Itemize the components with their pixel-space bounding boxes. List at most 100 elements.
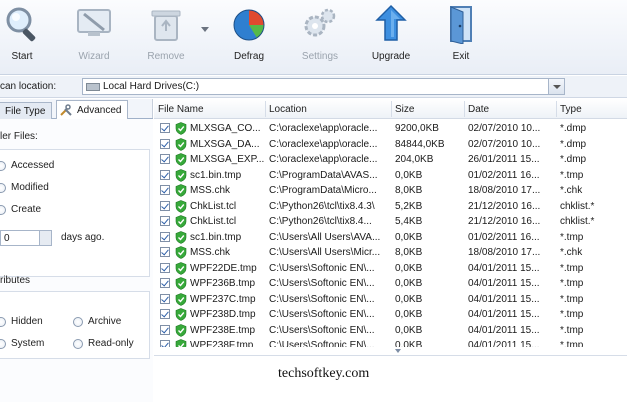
system-label: System xyxy=(11,338,45,349)
exit-button[interactable]: Exit xyxy=(440,0,482,70)
row-date: 04/01/2011 15... xyxy=(468,324,540,336)
column-file-name[interactable]: File Name xyxy=(158,104,204,115)
row-checkbox[interactable] xyxy=(160,293,170,304)
row-checkbox[interactable] xyxy=(160,247,170,257)
table-row[interactable]: sc1.bin.tmp C:\Users\All Users\AVA... 0,0K… xyxy=(154,230,627,245)
stepper-down-icon[interactable] xyxy=(39,238,51,245)
attributes-title: ributes xyxy=(0,275,31,286)
table-row[interactable]: MLXSGA_EXP... C:\oraclexe\app\oracle... 20… xyxy=(154,152,627,167)
tab-advanced-label: Advanced xyxy=(77,105,122,116)
row-size: 0,0KB xyxy=(395,324,423,336)
table-row[interactable]: WPF236B.tmp C:\Users\Softonic EN\... 0,0KB… xyxy=(154,276,627,291)
row-type: *.chk xyxy=(560,185,583,196)
row-location: C:\oraclexe\app\oracle... xyxy=(269,138,378,150)
accessed-label: Accessed xyxy=(11,160,55,171)
tab-advanced[interactable]: Advanced xyxy=(56,100,128,120)
table-body: MLXSGA_CO... C:\oraclexe\app\oracle... 920… xyxy=(154,121,627,347)
row-type: *.tmp xyxy=(560,309,584,320)
remove-button[interactable]: Remove xyxy=(144,0,188,70)
stepper-up-icon[interactable] xyxy=(39,231,51,238)
row-date: 18/08/2010 17... xyxy=(468,247,541,258)
row-checkbox[interactable] xyxy=(160,231,170,242)
row-location: C:\Users\Softonic EN\... xyxy=(269,309,375,320)
tab-file-type[interactable]: File Type xyxy=(0,102,52,120)
upgrade-button[interactable]: Upgrade xyxy=(368,0,414,70)
hidden-label: Hidden xyxy=(11,316,43,327)
table-row[interactable]: WPF238F.tmp C:\Users\Softonic EN\... 0,0KB… xyxy=(154,338,627,347)
remove-dropdown-icon[interactable] xyxy=(201,27,209,32)
accessed-radio[interactable] xyxy=(0,161,6,171)
start-button[interactable]: Start xyxy=(0,0,44,70)
filter-files-title: ler Files: xyxy=(0,131,38,142)
table-row[interactable]: WPF22DE.tmp C:\Users\Softonic EN\... 0,0KB… xyxy=(154,261,627,276)
row-checkbox[interactable] xyxy=(160,216,170,226)
pie-chart-icon xyxy=(233,9,265,41)
safe-shield-icon xyxy=(175,184,187,197)
table-row[interactable]: WPF237C.tmp C:\Users\Softonic EN\... 0,0KB… xyxy=(154,292,627,307)
column-location[interactable]: Location xyxy=(269,104,307,115)
row-file-name: WPF238F.tmp xyxy=(190,340,254,347)
modified-radio[interactable] xyxy=(0,183,6,193)
days-stepper[interactable]: 0 xyxy=(0,230,52,246)
hidden-checkbox[interactable] xyxy=(0,317,6,327)
row-checkbox[interactable] xyxy=(160,278,170,288)
table-row[interactable]: WPF238E.tmp C:\Users\Softonic EN\... 0,0KB… xyxy=(154,323,627,338)
row-checkbox[interactable] xyxy=(160,154,170,164)
row-checkbox[interactable] xyxy=(160,169,170,180)
scroll-down-icon[interactable] xyxy=(395,349,401,353)
settings-button[interactable]: Settings xyxy=(296,0,344,70)
column-size[interactable]: Size xyxy=(395,104,414,115)
system-checkbox[interactable] xyxy=(0,339,6,349)
archive-checkbox[interactable] xyxy=(73,317,83,327)
scan-location-select[interactable]: Local Hard Drives(C:) xyxy=(82,78,565,95)
table-row[interactable]: MSS.chk C:\Users\All Users\Micr... 8,0KB 18… xyxy=(154,245,627,260)
defrag-button[interactable]: Defrag xyxy=(226,0,272,70)
safe-shield-icon xyxy=(175,122,187,135)
table-row[interactable]: MSS.chk C:\ProgramData\Micro... 8,0KB 18/08… xyxy=(154,183,627,198)
row-checkbox[interactable] xyxy=(160,138,170,149)
row-checkbox[interactable] xyxy=(160,185,170,195)
wizard-button[interactable]: Wizard xyxy=(72,0,116,70)
row-location: C:\ProgramData\Micro... xyxy=(269,185,377,196)
table-bottom-divider xyxy=(154,355,627,356)
table-row[interactable]: MLXSGA_DA... C:\oraclexe\app\oracle... 848… xyxy=(154,137,627,152)
row-date: 18/08/2010 17... xyxy=(468,185,541,196)
table-row[interactable]: MLXSGA_CO... C:\oraclexe\app\oracle... 920… xyxy=(154,121,627,136)
row-location: C:\oraclexe\app\oracle... xyxy=(269,154,378,165)
column-divider[interactable] xyxy=(464,101,465,117)
column-divider[interactable] xyxy=(391,101,392,117)
column-date[interactable]: Date xyxy=(468,104,489,115)
safe-shield-icon xyxy=(175,199,187,213)
create-radio[interactable] xyxy=(0,205,6,215)
table-row[interactable]: ChkList.tcl C:\Python26\tcl\tix8.4.3\ 5,2K… xyxy=(154,199,627,214)
tools-icon xyxy=(60,104,72,116)
column-divider[interactable] xyxy=(265,101,266,117)
chevron-down-icon[interactable] xyxy=(548,79,564,94)
row-checkbox[interactable] xyxy=(160,340,170,347)
hard-drive-icon xyxy=(86,83,100,91)
column-type[interactable]: Type xyxy=(560,104,582,115)
table-row[interactable]: WPF238D.tmp C:\Users\Softonic EN\... 0,0KB… xyxy=(154,307,627,322)
exit-label: Exit xyxy=(452,51,470,62)
row-date: 04/01/2011 15... xyxy=(468,340,540,347)
table-row[interactable]: sc1.bin.tmp C:\ProgramData\AVAS... 0,0KB 01… xyxy=(154,168,627,183)
row-size: 0,0KB xyxy=(395,231,423,243)
row-type: *.chk xyxy=(560,247,583,258)
safe-shield-icon xyxy=(175,323,187,337)
row-checkbox[interactable] xyxy=(160,123,170,133)
read-only-checkbox[interactable] xyxy=(73,339,83,349)
column-divider[interactable] xyxy=(556,101,557,117)
wizard-label: Wizard xyxy=(78,51,110,62)
row-checkbox[interactable] xyxy=(160,324,170,335)
row-checkbox[interactable] xyxy=(160,309,170,319)
row-size: 8,0KB xyxy=(395,247,423,258)
row-checkbox[interactable] xyxy=(160,200,170,211)
filter-panel: File Type Advanced ler Files: Accessed M… xyxy=(0,99,153,402)
safe-shield-icon xyxy=(175,168,187,182)
table-row[interactable]: ChkList.tcl C:\Python26\tcl\tix8.4... 5,4K… xyxy=(154,214,627,229)
row-location: C:\Users\Softonic EN\... xyxy=(269,278,375,289)
row-file-name: ChkList.tcl xyxy=(190,200,237,212)
safe-shield-icon xyxy=(175,215,187,228)
row-checkbox[interactable] xyxy=(160,262,170,273)
row-date: 04/01/2011 15... xyxy=(468,262,540,274)
